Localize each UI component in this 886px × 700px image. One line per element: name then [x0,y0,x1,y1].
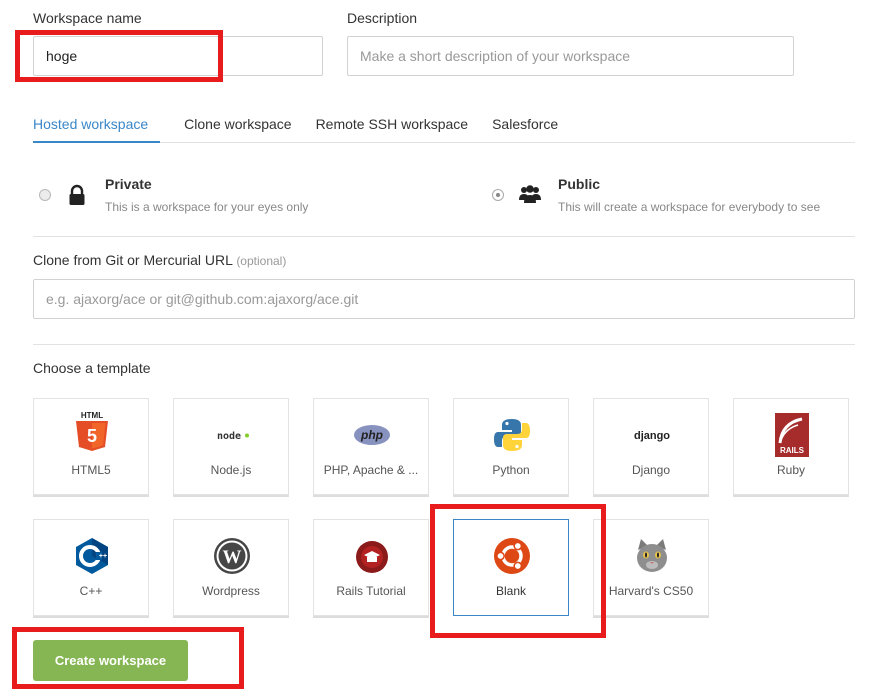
clone-url-label: Clone from Git or Mercurial URL (optiona… [33,252,286,268]
python-icon [492,415,532,455]
svg-text:W: W [223,547,242,568]
clone-url-optional: (optional) [236,254,287,268]
svg-text:++: ++ [99,553,107,560]
template-label: Ruby [776,463,805,477]
template-label: Blank [495,584,527,598]
svg-text:5: 5 [87,426,97,446]
public-title: Public [558,176,601,192]
template-label: Django [631,463,671,477]
ubuntu-icon [492,536,532,576]
tab-clone-workspace[interactable]: Clone workspace [184,110,291,143]
choose-template-heading: Choose a template [33,360,151,376]
lock-icon [67,184,87,206]
template-card-php[interactable]: php PHP, Apache & ... [313,398,429,495]
template-card-python[interactable]: Python [453,398,569,495]
template-label: PHP, Apache & ... [323,463,419,477]
template-label: Python [492,463,530,477]
html5-icon: HTML 5 [72,411,112,455]
tab-hosted-workspace[interactable]: Hosted workspace [33,110,161,143]
template-card-cpp[interactable]: ++ C++ [33,519,149,616]
rails-tutorial-icon [352,536,392,576]
clone-url-input[interactable] [33,279,855,319]
template-label: Rails Tutorial [336,584,406,598]
description-input[interactable] [347,36,794,76]
template-label: HTML5 [71,463,111,477]
django-icon: django [632,415,672,455]
template-card-rails-tutorial[interactable]: Rails Tutorial [313,519,429,616]
wordpress-icon: W [212,536,252,576]
cat-icon [632,536,672,576]
template-card-cs50[interactable]: Harvard's CS50 [593,519,709,616]
private-subtitle: This is a workspace for your eyes only [105,200,309,214]
divider [33,344,855,345]
clone-url-label-text: Clone from Git or Mercurial URL [33,252,233,268]
svg-text:php: php [360,428,383,442]
users-icon [519,184,541,204]
workspace-type-tabs: Hosted workspace Clone workspace Remote … [33,110,855,143]
template-label: Harvard's CS50 [608,584,694,598]
svg-text:HTML: HTML [81,411,103,420]
svg-text:node: node [217,431,241,442]
divider [33,236,855,237]
template-card-nodejs[interactable]: node Node.js [173,398,289,495]
template-card-blank[interactable]: Blank [453,519,569,616]
template-label: Wordpress [202,584,260,598]
public-radio[interactable] [492,189,504,201]
workspace-name-input[interactable] [33,36,323,76]
tab-salesforce[interactable]: Salesforce [492,110,558,143]
template-card-django[interactable]: django Django [593,398,709,495]
create-workspace-button[interactable]: Create workspace [33,640,188,681]
php-icon: php [352,415,392,455]
svg-text:django: django [634,430,670,442]
private-radio[interactable] [39,189,51,201]
nodejs-icon: node [212,415,252,455]
private-title: Private [105,176,152,192]
public-subtitle: This will create a workspace for everybo… [558,200,821,214]
description-label: Description [347,10,418,26]
template-label: C++ [79,584,103,598]
rails-icon: RAILS [772,413,812,457]
template-card-html5[interactable]: HTML 5 HTML5 [33,398,149,495]
template-card-wordpress[interactable]: W Wordpress [173,519,289,616]
tab-remote-ssh-workspace[interactable]: Remote SSH workspace [316,110,469,143]
template-card-ruby[interactable]: RAILS Ruby [733,398,849,495]
cpp-icon: ++ [72,536,112,576]
template-label: Node.js [210,463,252,477]
workspace-name-label: Workspace name [33,10,142,26]
svg-text:RAILS: RAILS [780,446,805,455]
